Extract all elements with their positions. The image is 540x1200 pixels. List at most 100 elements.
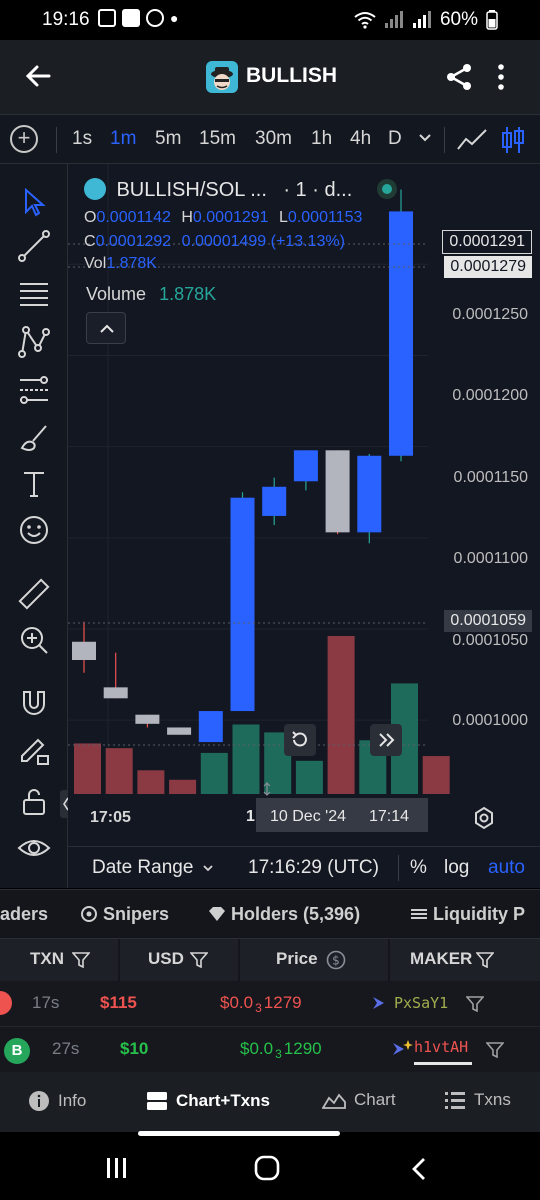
eye-icon[interactable] [16, 830, 52, 866]
symbol-legend[interactable]: BULLISH/SOL ... · 1 · d... [84, 178, 397, 202]
timeframe-d[interactable]: D [388, 128, 402, 150]
token-title: BULLISH [246, 64, 337, 87]
battery-icon [486, 10, 498, 30]
cursor-arrow-icon[interactable] [16, 184, 52, 220]
filter-icon[interactable] [466, 996, 484, 1012]
table-row[interactable]: 17s $115 $0.0 3 1279 PxSaY1 [0, 981, 540, 1027]
auto-toggle[interactable]: auto [488, 857, 525, 879]
reset-chart-button[interactable] [284, 724, 316, 756]
table-row[interactable]: B 27s $10 $0.0 3 1290 h1vtAH [0, 1027, 540, 1073]
tab-holders-label: Holders (5,396) [231, 904, 361, 924]
filter-icon[interactable] [476, 952, 494, 968]
timeframe-5m[interactable]: 5m [155, 128, 181, 150]
volume-value: 1.878K [159, 284, 217, 304]
price-axis-label: 0.0001200 [452, 387, 528, 404]
timeframe-1h[interactable]: 1h [311, 128, 332, 150]
col-maker-header: MAKER [410, 949, 473, 968]
cursor-drag-handle[interactable] [261, 782, 273, 796]
divider [388, 939, 390, 981]
filter-icon[interactable] [190, 952, 208, 968]
timeframe-1s[interactable]: 1s [72, 128, 92, 150]
sparkle-maker-icon [393, 1040, 413, 1055]
filter-icon[interactable] [72, 952, 90, 968]
timeframe-toolbar: + 1s 1m 5m 15m 30m 1h 4h D [0, 114, 540, 164]
system-navigation [0, 1136, 540, 1200]
diamond-icon [209, 907, 225, 921]
candlestick-icon[interactable] [500, 125, 526, 155]
line-chart-icon[interactable] [456, 127, 488, 153]
app-notification-icon [122, 9, 140, 27]
unlock-icon[interactable] [16, 784, 52, 820]
scroll-to-latest-button[interactable] [370, 724, 402, 756]
volume-bar [422, 756, 450, 794]
horizontal-lines-icon[interactable] [16, 276, 52, 312]
nav-txns[interactable]: Txns [444, 1090, 511, 1110]
close-label: C [84, 233, 96, 250]
trend-line-icon[interactable] [16, 228, 52, 264]
share-icon[interactable] [444, 62, 474, 92]
high-value: 0.0001291 [192, 209, 269, 226]
recent-apps-icon[interactable] [104, 1156, 130, 1180]
date-range-button[interactable]: Date Range [92, 857, 193, 879]
log-toggle[interactable]: log [444, 857, 469, 879]
price-prefix: $0.0 [240, 1039, 274, 1058]
text-tool-icon[interactable] [16, 466, 52, 502]
add-indicator-plus-icon[interactable]: + [10, 125, 38, 153]
txn-price: $0.0 3 1279 [220, 993, 302, 1015]
nav-chart-txns[interactable]: Chart+Txns [146, 1090, 270, 1112]
buy-badge: B [4, 1038, 30, 1064]
currency-toggle-icon[interactable]: $ [326, 950, 346, 970]
collapse-legend-button[interactable] [86, 312, 126, 344]
timeframe-30m[interactable]: 30m [255, 128, 292, 150]
timeframe-1m[interactable]: 1m [110, 128, 136, 150]
emoji-icon[interactable] [16, 512, 52, 548]
brush-icon[interactable] [16, 420, 52, 456]
chevron-down-icon[interactable] [202, 863, 214, 873]
zoom-in-icon[interactable] [16, 622, 52, 658]
magnet-icon[interactable] [16, 686, 52, 722]
timeframe-4h[interactable]: 4h [350, 128, 371, 150]
tab-traders[interactable]: aders [0, 904, 48, 925]
candle-body [167, 727, 192, 735]
home-icon[interactable] [254, 1155, 280, 1181]
tab-liquidity-label: Liquidity P [433, 904, 526, 924]
svg-text:$: $ [332, 954, 340, 968]
filter-icon[interactable] [486, 1042, 504, 1058]
data-tabs: aders Snipers Holders (5,396) Liquidity … [0, 889, 540, 939]
percent-toggle[interactable]: % [410, 857, 427, 879]
back-icon[interactable] [408, 1156, 432, 1182]
candle-body [103, 687, 128, 699]
tab-snipers[interactable]: Snipers [80, 904, 169, 925]
token-logo [206, 61, 238, 93]
settings-gear-icon[interactable] [472, 806, 496, 830]
txn-price: $0.0 3 1290 [240, 1039, 322, 1061]
maker-address[interactable]: PxSaY1 [394, 994, 448, 1012]
vol-row: Vol1.878K [84, 255, 157, 273]
fib-retracement-icon[interactable] [16, 372, 52, 408]
back-arrow-icon[interactable] [22, 60, 54, 92]
tab-liquidity[interactable]: Liquidity P [410, 904, 525, 925]
tab-snipers-label: Snipers [103, 904, 170, 924]
nav-info[interactable]: Info [28, 1090, 86, 1112]
system-status: 60% [354, 9, 498, 31]
notification-icons: ● [98, 9, 178, 27]
liquidity-icon [411, 909, 427, 919]
maker-address[interactable]: h1vtAH [414, 1038, 468, 1056]
chart-area[interactable]: BULLISH/SOL ... · 1 · d... O0.0001142 H0… [68, 164, 540, 888]
ruler-icon[interactable] [16, 576, 52, 612]
tab-holders[interactable]: Holders (5,396) [208, 904, 360, 925]
candle-body [325, 450, 350, 533]
price-digits: 1290 [283, 1039, 322, 1058]
utc-clock[interactable]: 17:16:29 (UTC) [248, 857, 379, 879]
candle-body [72, 641, 96, 660]
chevron-down-icon[interactable] [418, 133, 432, 143]
token-mini-logo [84, 178, 106, 200]
more-vert-icon[interactable] [494, 62, 508, 92]
volume-bar [200, 752, 228, 794]
pattern-icon[interactable] [16, 324, 52, 360]
timeframe-15m[interactable]: 15m [199, 128, 236, 150]
vol-value: 1.878K [106, 255, 157, 272]
nav-chart[interactable]: Chart [322, 1090, 396, 1110]
price-zeros: 3 [255, 1001, 262, 1016]
pencil-lock-icon[interactable] [16, 732, 52, 768]
